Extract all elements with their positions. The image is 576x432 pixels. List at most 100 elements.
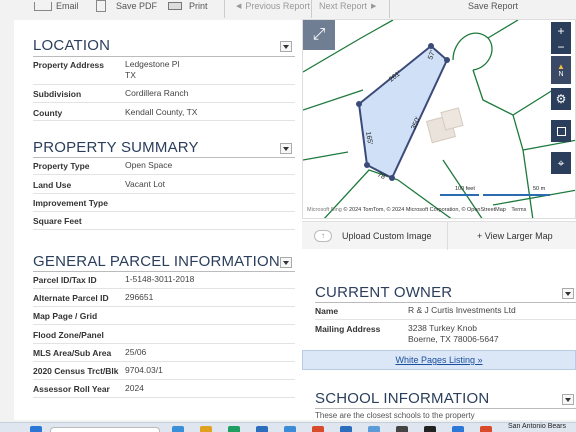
mailing-address-line1: 3238 Turkey Knob bbox=[408, 323, 477, 333]
copyright-text: © 2024 TomTom, © 2024 Microsoft Corporat… bbox=[343, 207, 506, 213]
school-info-heading: SCHOOL INFORMATION bbox=[315, 390, 490, 407]
row-divider bbox=[33, 120, 295, 121]
location-collapse-button[interactable] bbox=[280, 41, 292, 52]
mailing-address-label: Mailing Address bbox=[315, 324, 381, 334]
row-divider bbox=[33, 84, 295, 85]
map-settings-button[interactable]: ⚙ bbox=[551, 88, 571, 110]
owner-collapse-button[interactable] bbox=[562, 288, 574, 299]
cloud-upload-icon: ↑ bbox=[314, 230, 332, 242]
expand-icon: ⤢ bbox=[312, 26, 326, 43]
chevron-left-icon: ◀ bbox=[236, 3, 242, 10]
white-pages-link[interactable]: White Pages Listing » bbox=[395, 355, 482, 365]
print-button[interactable]: Print bbox=[168, 0, 208, 12]
row-divider bbox=[33, 211, 295, 212]
property-address-value: Ledgestone Pl TX bbox=[125, 59, 179, 81]
location-heading: LOCATION bbox=[33, 37, 111, 54]
app-icon[interactable] bbox=[228, 426, 240, 432]
parcel-collapse-button[interactable] bbox=[280, 257, 292, 268]
parcel-id-label: Parcel ID/Tax ID bbox=[33, 275, 97, 285]
row-divider bbox=[33, 288, 295, 289]
weather-widget[interactable]: San Antonio Bears bbox=[508, 423, 566, 430]
school-subtitle: These are the closest schools to the pro… bbox=[315, 411, 475, 420]
property-summary-heading: PROPERTY SUMMARY bbox=[33, 139, 199, 156]
start-icon[interactable] bbox=[30, 426, 42, 432]
zoom-out-button[interactable]: − bbox=[551, 40, 571, 54]
mailing-address-value: 3238 Turkey Knob Boerne, TX 78006-5647 bbox=[408, 323, 499, 345]
compass-north-label: N bbox=[558, 71, 564, 78]
plus-icon: + bbox=[557, 24, 565, 38]
view-larger-map-button[interactable]: + View Larger Map bbox=[477, 222, 553, 250]
terminal-icon[interactable] bbox=[396, 426, 408, 432]
row-divider bbox=[33, 102, 295, 103]
notification-app-icon[interactable] bbox=[312, 426, 324, 432]
upload-custom-image-label: Upload Custom Image bbox=[342, 231, 432, 241]
property-type-label: Property Type bbox=[33, 161, 90, 171]
selection-square-icon bbox=[556, 126, 566, 136]
parcel-id-value: 1-5148-3011-2018 bbox=[125, 274, 195, 284]
land-use-label: Land Use bbox=[33, 180, 72, 190]
toolbar-divider bbox=[311, 0, 312, 18]
zoom-in-button[interactable]: + bbox=[551, 22, 571, 40]
parcel-map[interactable]: 261' 350' 165' 78' 57' 100 feet 50 m ⤢ +… bbox=[302, 19, 576, 219]
mls-area-label: MLS Area/Sub Area bbox=[33, 348, 112, 358]
fullscreen-button[interactable]: ⤢ bbox=[303, 20, 335, 50]
store-icon[interactable] bbox=[340, 426, 352, 432]
taskview-icon[interactable] bbox=[172, 426, 184, 432]
owner-name-label: Name bbox=[315, 306, 339, 316]
media-icon[interactable] bbox=[424, 426, 436, 432]
subdivision-value: Cordillera Ranch bbox=[125, 88, 189, 98]
locate-me-button[interactable]: ⌖ bbox=[551, 152, 571, 174]
minus-icon: − bbox=[557, 40, 565, 54]
bing-logo: Microsoft Bing bbox=[307, 207, 342, 213]
powerpoint-icon[interactable] bbox=[480, 426, 492, 432]
row-divider bbox=[33, 306, 295, 307]
scale-meters-label: 50 m bbox=[533, 186, 546, 192]
terms-link[interactable]: Terms bbox=[511, 207, 526, 213]
map-select-button[interactable] bbox=[551, 120, 571, 142]
map-canvas: 261' 350' 165' 78' 57' 100 feet 50 m bbox=[303, 20, 575, 218]
map-attribution: Microsoft Bing © 2024 TomTom, © 2024 Mic… bbox=[307, 207, 526, 213]
gear-icon: ⚙ bbox=[555, 92, 567, 106]
row-divider bbox=[33, 361, 295, 362]
next-report-button[interactable]: Next Report ▶ bbox=[319, 0, 376, 12]
email-button[interactable]: Email bbox=[34, 0, 79, 12]
row-divider bbox=[33, 229, 295, 230]
mail-icon[interactable] bbox=[284, 426, 296, 432]
scale-feet-label: 100 feet bbox=[455, 186, 475, 192]
alternate-parcel-id-label: Alternate Parcel ID bbox=[33, 293, 109, 303]
save-report-label: Save Report bbox=[468, 1, 519, 11]
file-explorer-icon[interactable] bbox=[200, 426, 212, 432]
email-label: Email bbox=[56, 1, 79, 11]
taskbar-search-input[interactable] bbox=[50, 427, 160, 432]
save-pdf-label: Save PDF bbox=[116, 1, 158, 11]
summary-collapse-button[interactable] bbox=[280, 143, 292, 154]
location-rule bbox=[33, 56, 295, 57]
chevron-right-icon: ▶ bbox=[371, 3, 377, 10]
mailing-address-line2: Boerne, TX 78006-5647 bbox=[408, 334, 499, 344]
row-divider bbox=[33, 193, 295, 194]
row-divider bbox=[33, 379, 295, 380]
compass-button[interactable]: ▲ N bbox=[551, 56, 571, 84]
parcel-polygon bbox=[357, 44, 449, 180]
row-divider bbox=[315, 319, 576, 320]
row-divider bbox=[33, 324, 295, 325]
building-footprint bbox=[425, 107, 464, 144]
property-type-value: Open Space bbox=[125, 160, 173, 170]
report-toolbar: Email Save PDF Print ◀ Previous Report N… bbox=[0, 0, 576, 18]
upload-custom-image-button[interactable]: ↑ Upload Custom Image bbox=[314, 222, 432, 250]
browser-icon[interactable] bbox=[256, 426, 268, 432]
current-owner-heading: CURRENT OWNER bbox=[315, 284, 453, 301]
flood-zone-label: Flood Zone/Panel bbox=[33, 330, 104, 340]
next-report-label: Next Report bbox=[319, 1, 368, 11]
summary-rule bbox=[33, 157, 295, 158]
edge-icon[interactable] bbox=[368, 426, 380, 432]
school-collapse-button[interactable] bbox=[562, 394, 574, 405]
save-report-button[interactable]: Save Report bbox=[468, 0, 518, 12]
word-icon[interactable] bbox=[452, 426, 464, 432]
actions-divider bbox=[447, 222, 448, 250]
owner-name-value: R & J Curtis Investments Ltd bbox=[408, 305, 516, 315]
row-divider bbox=[33, 343, 295, 344]
toolbar-divider bbox=[389, 0, 390, 18]
save-pdf-button[interactable]: Save PDF bbox=[96, 0, 157, 12]
previous-report-button[interactable]: ◀ Previous Report bbox=[236, 0, 310, 12]
